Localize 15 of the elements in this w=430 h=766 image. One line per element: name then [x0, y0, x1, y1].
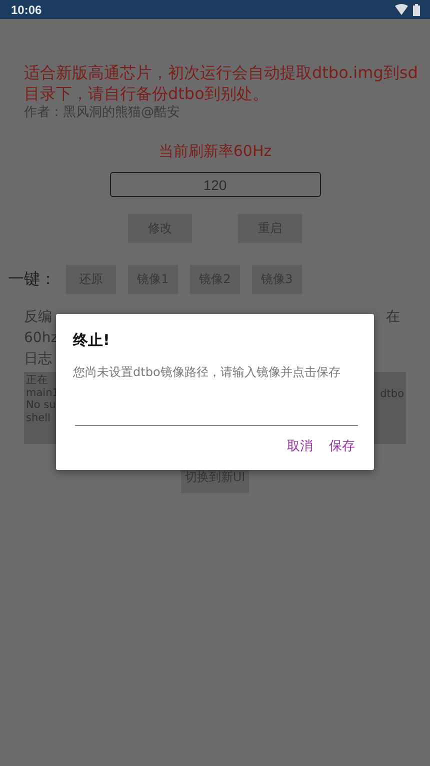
- dialog-button[interactable]: 取消: [285, 435, 315, 457]
- hint-text: 在: [386, 308, 400, 326]
- dialog-button[interactable]: 保存: [327, 435, 357, 457]
- dialog-message: 您尚未设置dtbo镜像路径，请输入镜像并点击保存: [73, 364, 342, 381]
- hint-text: 反编: [24, 308, 52, 326]
- wifi-icon: [395, 4, 408, 15]
- log-label: 日志: [24, 351, 52, 367]
- refresh-rate-text: 当前刷新率60Hz: [157, 142, 273, 161]
- one-key-label: 一键：: [8, 269, 56, 290]
- status-time: 10:06: [11, 2, 42, 16]
- battery-icon: [413, 4, 420, 16]
- refresh-rate-field[interactable]: 120: [110, 172, 320, 197]
- hint-text: 60hz: [24, 330, 58, 346]
- notice-text: 适合新版高通芯片，初次运行会自动提取dtbo.img到sd目录下，请自行备份dtbo到别处。: [24, 62, 418, 104]
- dialog-title: 终止!: [73, 331, 111, 350]
